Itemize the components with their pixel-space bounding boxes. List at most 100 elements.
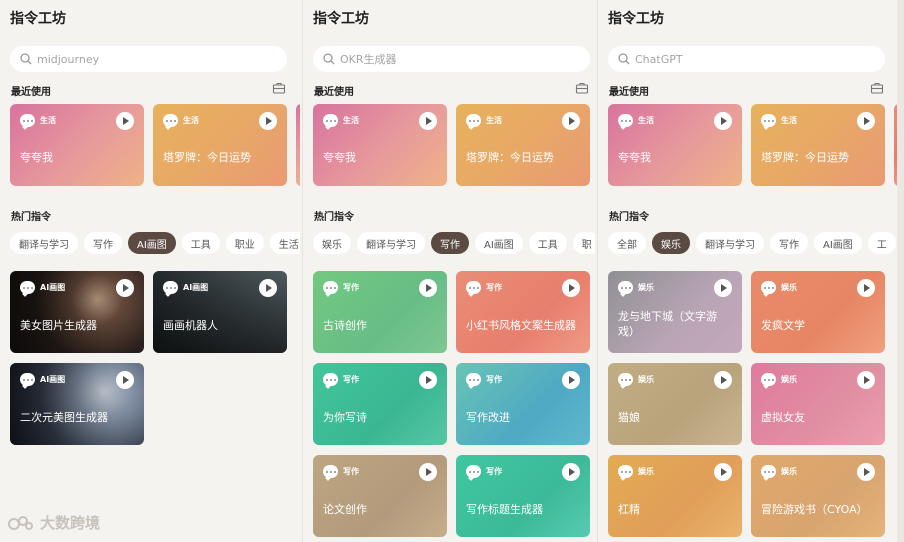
- hot-section-label: 热门指令: [11, 212, 51, 223]
- play-icon[interactable]: [714, 463, 732, 481]
- panel-writing: 指令工坊 最近使用 生活 夸夸我 生活 塔罗牌：今日运势 热门指令 娱乐 翻译与…: [302, 0, 595, 542]
- toolbox-icon[interactable]: [575, 81, 589, 95]
- search-input[interactable]: [340, 52, 560, 66]
- tab-translation[interactable]: 翻译与学习: [10, 232, 78, 254]
- play-icon[interactable]: [857, 371, 875, 389]
- toolbox-icon[interactable]: [870, 81, 884, 95]
- play-icon[interactable]: [562, 279, 580, 297]
- chat-icon: [466, 373, 481, 386]
- tab-tools[interactable]: 工具: [181, 232, 220, 254]
- page-title: 指令工坊: [10, 11, 66, 27]
- recent-card[interactable]: 生活 夸夸我: [313, 104, 447, 186]
- watermark-logo-icon: [8, 515, 33, 530]
- toolbox-icon[interactable]: [272, 81, 286, 95]
- draw-icon: [20, 281, 35, 294]
- chat-icon: [323, 281, 338, 294]
- prompt-card[interactable]: AI画图 美女图片生成器: [10, 271, 144, 353]
- chat-icon: [163, 114, 178, 127]
- play-icon[interactable]: [857, 279, 875, 297]
- prompt-card[interactable]: 写作 写作改进: [456, 363, 590, 445]
- page-title: 指令工坊: [313, 11, 369, 27]
- tab-all[interactable]: 全部: [608, 232, 646, 254]
- tab-career[interactable]: 职: [572, 232, 595, 254]
- recent-card[interactable]: 生活 夸夸我: [10, 104, 144, 186]
- tab-ai-drawing[interactable]: AI画图: [814, 232, 862, 254]
- play-icon[interactable]: [116, 279, 134, 297]
- search-input[interactable]: [37, 52, 257, 66]
- chat-icon: [618, 281, 633, 294]
- search-bar[interactable]: [313, 46, 590, 72]
- chat-icon: [323, 465, 338, 478]
- recent-card[interactable]: 生活 夸夸我: [608, 104, 742, 186]
- tab-translation[interactable]: 翻译与学习: [357, 232, 425, 254]
- chat-icon: [466, 114, 481, 127]
- prompt-card[interactable]: 娱乐 冒险游戏书（CYOA）: [751, 455, 885, 537]
- play-icon[interactable]: [419, 463, 437, 481]
- play-icon[interactable]: [259, 112, 277, 130]
- play-icon[interactable]: [857, 112, 875, 130]
- prompt-card[interactable]: 写作 论文创作: [313, 455, 447, 537]
- draw-icon: [163, 281, 178, 294]
- play-icon[interactable]: [714, 279, 732, 297]
- play-icon[interactable]: [419, 371, 437, 389]
- tab-writing[interactable]: 写作: [84, 232, 122, 254]
- prompt-card[interactable]: 娱乐 猫娘: [608, 363, 742, 445]
- tab-life[interactable]: 生活: [269, 232, 300, 254]
- play-icon[interactable]: [562, 463, 580, 481]
- tab-ai-drawing[interactable]: AI画图: [128, 232, 176, 254]
- chat-icon: [323, 114, 338, 127]
- prompt-card[interactable]: 娱乐 杠精: [608, 455, 742, 537]
- recent-card[interactable]: 生活 塔罗牌：今日运势: [456, 104, 590, 186]
- panel-entertainment: 指令工坊 最近使用 生活 夸夸我 生活 塔罗牌：今日运势 热门指令 全部 娱乐 …: [597, 0, 897, 542]
- prompt-card[interactable]: 娱乐 发疯文学: [751, 271, 885, 353]
- chat-icon: [761, 281, 776, 294]
- category-tabs: 翻译与学习 写作 AI画图 工具 职业 生活: [10, 232, 300, 254]
- tab-entertainment[interactable]: 娱乐: [313, 232, 351, 254]
- right-edge: [897, 0, 904, 542]
- recent-section-label: 最近使用: [11, 87, 51, 98]
- play-icon[interactable]: [116, 371, 134, 389]
- tab-writing[interactable]: 写作: [431, 232, 469, 254]
- search-bar[interactable]: [608, 46, 885, 72]
- search-input[interactable]: [635, 52, 855, 66]
- play-icon[interactable]: [419, 279, 437, 297]
- category-tabs: 全部 娱乐 翻译与学习 写作 AI画图 工: [608, 232, 897, 254]
- prompt-card[interactable]: AI画图 二次元美图生成器: [10, 363, 144, 445]
- play-icon[interactable]: [857, 463, 875, 481]
- play-icon[interactable]: [116, 112, 134, 130]
- tab-tools[interactable]: 工具: [528, 232, 567, 254]
- panel-ai-drawing: 指令工坊 最近使用 生活 夸夸我 生活 塔罗牌：今日运势 热门指令 翻译与学习 …: [0, 0, 300, 542]
- chat-icon: [323, 373, 338, 386]
- recent-section-label: 最近使用: [609, 87, 649, 98]
- tab-writing[interactable]: 写作: [770, 232, 808, 254]
- play-icon[interactable]: [714, 112, 732, 130]
- prompt-card[interactable]: 娱乐 龙与地下城（文字游戏）: [608, 271, 742, 353]
- category-tabs: 娱乐 翻译与学习 写作 AI画图 工具 职: [313, 232, 595, 254]
- prompt-card[interactable]: 写作 写作标题生成器: [456, 455, 590, 537]
- recent-card[interactable]: 生活 塔罗牌：今日运势: [153, 104, 287, 186]
- tab-translation[interactable]: 翻译与学习: [696, 232, 764, 254]
- prompt-card[interactable]: 写作 小红书风格文案生成器: [456, 271, 590, 353]
- play-icon[interactable]: [419, 112, 437, 130]
- prompt-card[interactable]: AI画图 画画机器人: [153, 271, 287, 353]
- recent-card[interactable]: 生活 塔罗牌：今日运势: [751, 104, 885, 186]
- play-icon[interactable]: [714, 371, 732, 389]
- play-icon[interactable]: [259, 279, 277, 297]
- prompt-card[interactable]: 写作 为你写诗: [313, 363, 447, 445]
- chat-icon: [466, 465, 481, 478]
- chat-icon: [761, 465, 776, 478]
- tab-career[interactable]: 职业: [225, 232, 264, 254]
- play-icon[interactable]: [562, 371, 580, 389]
- tab-tools[interactable]: 工: [867, 232, 896, 254]
- tab-entertainment[interactable]: 娱乐: [652, 232, 690, 254]
- search-bar[interactable]: [10, 46, 287, 72]
- play-icon[interactable]: [562, 112, 580, 130]
- recent-card-partial[interactable]: [296, 104, 300, 186]
- prompt-card[interactable]: 写作 古诗创作: [313, 271, 447, 353]
- page-title: 指令工坊: [608, 11, 664, 27]
- chat-icon: [618, 373, 633, 386]
- chat-icon: [761, 114, 776, 127]
- tab-ai-drawing[interactable]: AI画图: [475, 232, 523, 254]
- prompt-card[interactable]: 娱乐 虚拟女友: [751, 363, 885, 445]
- recent-section-label: 最近使用: [314, 87, 354, 98]
